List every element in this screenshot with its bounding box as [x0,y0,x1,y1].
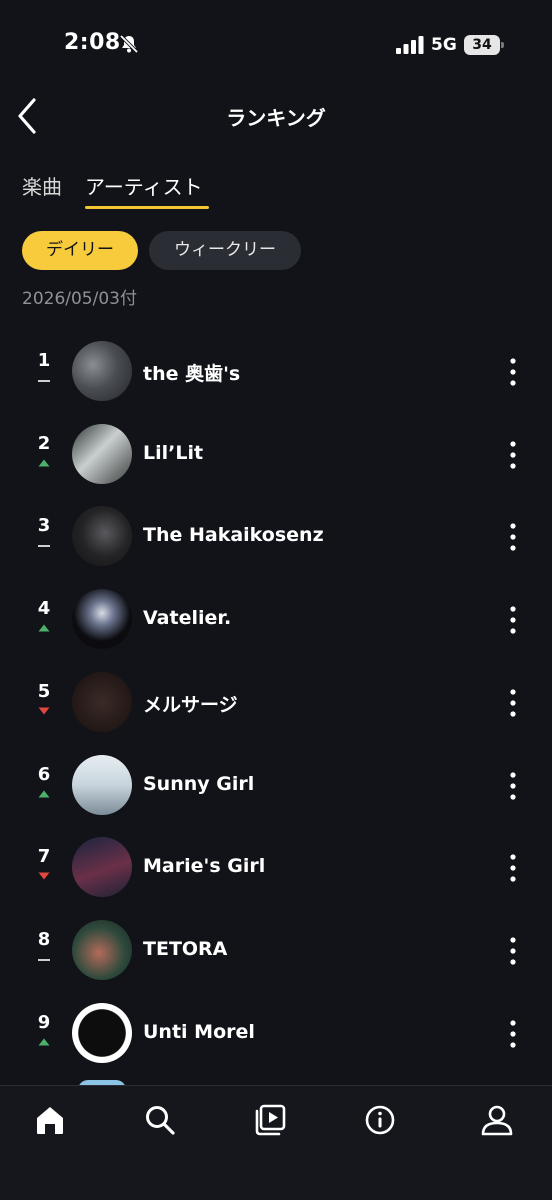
status-bar: 2:08 5G 34 [0,0,552,90]
ranking-row[interactable]: 4 Vatelier. [0,578,552,661]
search-icon[interactable] [142,1102,178,1138]
rank-number: 6 [37,763,51,785]
artist-name[interactable]: Sunny Girl [143,773,254,795]
tab-songs[interactable]: 楽曲 [22,171,62,200]
home-icon[interactable] [32,1102,68,1138]
rank-number: 8 [37,928,51,950]
artist-name[interactable]: Lil’Lit [143,442,203,464]
more-options-icon[interactable] [498,437,528,473]
ranking-row[interactable]: 2 Lil’Lit [0,413,552,496]
artist-avatar[interactable] [72,341,132,401]
bottom-navigation [0,1085,552,1200]
trend-unchanged-icon [38,958,50,961]
page-title: ランキング [226,106,326,130]
trend-up-icon [38,790,50,797]
daily-chip[interactable]: デイリー [22,231,138,270]
rank-number: 3 [37,515,51,537]
more-options-icon[interactable] [498,933,528,969]
bell-muted-icon [119,34,139,54]
network-type: 5G [431,35,457,55]
rank-number: 4 [37,598,51,620]
playlist-icon[interactable] [252,1102,288,1138]
ranking-row[interactable]: 6 Sunny Girl [0,744,552,827]
more-options-icon[interactable] [498,1016,528,1052]
active-tab-indicator [85,206,209,209]
ranking-row[interactable]: 3 The Hakaikosenz [0,495,552,578]
artist-name[interactable]: Unti Morel [143,1021,255,1043]
trend-up-icon [38,1038,50,1046]
status-time: 2:08 [64,30,121,55]
category-tabs: 楽曲 アーティスト [0,168,552,212]
more-options-icon[interactable] [498,768,528,804]
artist-name[interactable]: The Hakaikosenz [143,524,324,546]
trend-down-icon [38,707,50,715]
artist-avatar[interactable] [72,423,132,484]
battery-nub [501,42,504,48]
more-options-icon[interactable] [498,354,528,390]
ranking-date: 2026/05/03付 [22,289,137,309]
artist-avatar[interactable] [72,837,132,898]
artist-avatar[interactable] [72,754,132,815]
artist-name[interactable]: the 奥歯's [143,359,240,386]
more-options-icon[interactable] [498,519,528,555]
artist-name[interactable]: Marie's Girl [143,855,265,877]
artist-avatar[interactable] [72,506,132,567]
battery-indicator: 34 [464,35,500,55]
artist-avatar[interactable] [72,671,132,732]
ranking-row[interactable]: 9 Unti Morel [0,992,552,1075]
info-icon[interactable] [362,1102,398,1138]
rank-number: 1 [37,350,51,371]
rank-number: 7 [37,846,51,868]
artist-avatar[interactable] [72,1002,132,1063]
more-options-icon[interactable] [498,850,528,886]
trend-unchanged-icon [38,380,50,382]
artist-avatar[interactable] [72,919,132,980]
rank-number: 2 [37,432,51,454]
artist-name[interactable]: TETORA [143,938,227,960]
more-options-icon[interactable] [498,685,528,721]
more-options-icon[interactable] [498,602,528,638]
ranking-row[interactable]: 8 TETORA [0,909,552,992]
artist-avatar[interactable] [72,589,132,650]
rank-number: 9 [37,1011,51,1033]
trend-down-icon [38,872,50,880]
account-icon[interactable] [479,1102,515,1138]
rank-number: 5 [37,680,51,702]
weekly-chip[interactable]: ウィークリー [149,231,301,270]
app-header: ランキング [0,90,552,150]
artist-name[interactable]: メルサージ [143,690,238,717]
trend-up-icon [38,624,50,632]
trend-up-icon [38,459,50,467]
cell-signal-icon [396,36,424,54]
ranking-row[interactable]: 5 メルサージ [0,661,552,744]
tab-artists[interactable]: アーティスト [85,171,203,200]
artist-name[interactable]: Vatelier. [143,607,231,629]
trend-unchanged-icon [38,545,50,548]
ranking-row[interactable]: 1 the 奥歯's [0,330,552,413]
ranking-row[interactable]: 7 Marie's Girl [0,826,552,909]
